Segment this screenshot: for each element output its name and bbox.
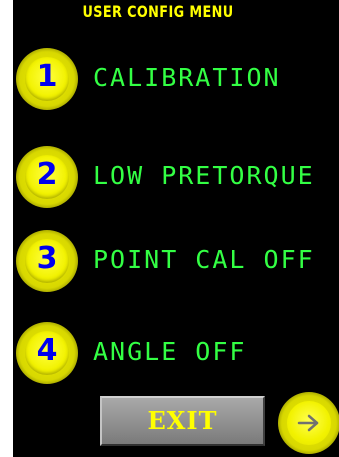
number-label: 2 — [36, 157, 58, 192]
exit-label: EXIT — [147, 406, 218, 435]
menu-item-point-cal-off[interactable]: 3 POINT CAL OFF — [13, 230, 339, 300]
menu-item-label: CALIBRATION — [93, 63, 281, 92]
next-button[interactable] — [278, 392, 339, 454]
menu-item-calibration[interactable]: 1 CALIBRATION — [13, 48, 339, 118]
menu-item-low-pretorque[interactable]: 2 LOW PRETORQUE — [13, 146, 339, 216]
number-button-3[interactable]: 3 — [16, 230, 78, 292]
number-button-1[interactable]: 1 — [16, 48, 78, 110]
number-label: 3 — [36, 241, 58, 276]
number-label: 1 — [36, 59, 58, 94]
number-button-4[interactable]: 4 — [16, 322, 78, 384]
page-title: USER CONFIG MENU — [82, 2, 234, 21]
menu-item-label: POINT CAL OFF — [93, 245, 315, 274]
menu-item-label: ANGLE OFF — [93, 337, 247, 366]
menu-item-label: LOW PRETORQUE — [93, 161, 315, 190]
screen: USER CONFIG MENU 1 CALIBRATION 2 LOW PRE… — [13, 0, 339, 457]
exit-button[interactable]: EXIT — [100, 396, 265, 446]
menu-item-angle-off[interactable]: 4 ANGLE OFF — [13, 322, 339, 392]
number-button-2[interactable]: 2 — [16, 146, 78, 208]
number-label: 4 — [36, 333, 58, 368]
arrow-right-icon — [297, 414, 319, 432]
